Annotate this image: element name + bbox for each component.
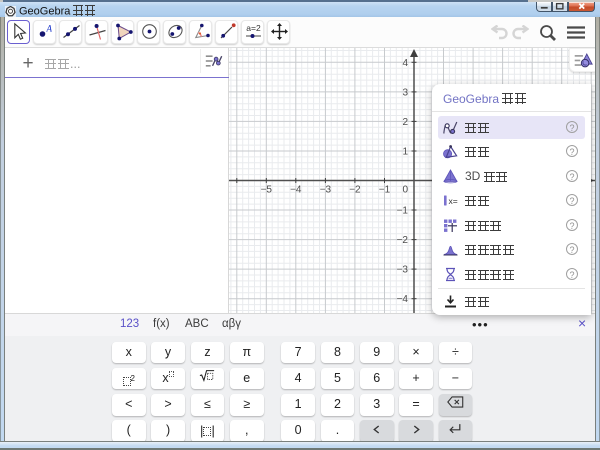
svg-text:−3: −3 [397, 265, 409, 276]
svg-text:A: A [45, 24, 52, 34]
svg-text:2: 2 [402, 117, 408, 128]
svg-text:−2: −2 [349, 185, 361, 196]
svg-text:−4: −4 [397, 294, 409, 305]
svg-text:−1: −1 [397, 206, 409, 217]
svg-text:−5: −5 [261, 185, 273, 196]
svg-text:4: 4 [402, 58, 408, 69]
svg-text:a=2: a=2 [246, 23, 261, 33]
svg-text:−1: −1 [379, 185, 391, 196]
svg-text:−4: −4 [290, 185, 302, 196]
svg-text:0: 0 [402, 185, 408, 196]
svg-text:3: 3 [402, 87, 408, 98]
svg-text:−2: −2 [397, 235, 409, 246]
svg-text:x=: x= [449, 196, 458, 206]
svg-text:1: 1 [402, 147, 408, 158]
svg-text:−3: −3 [320, 185, 332, 196]
